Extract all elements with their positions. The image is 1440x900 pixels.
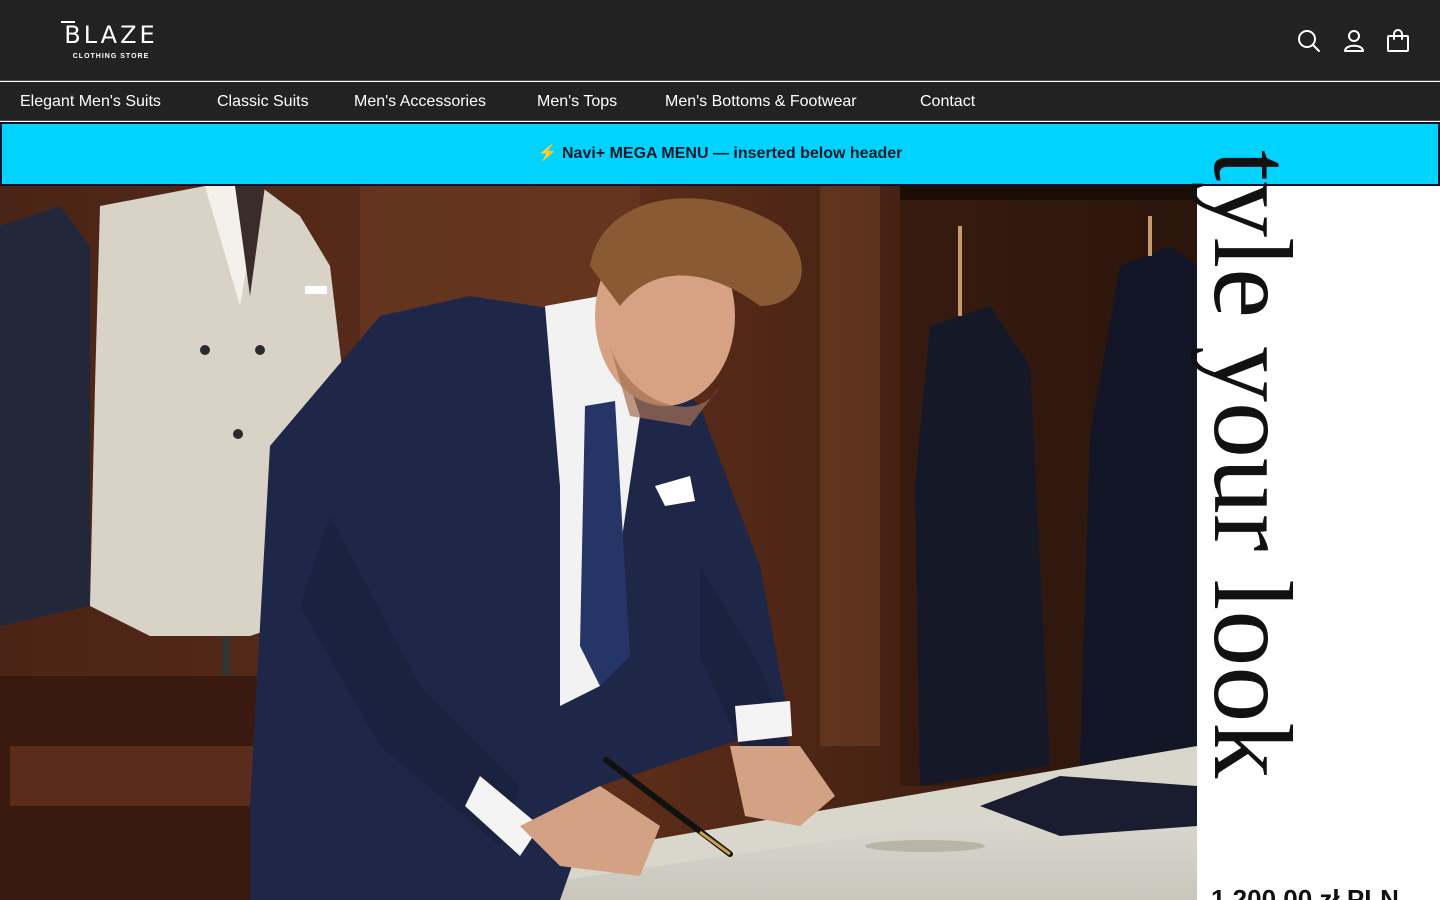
- search-icon[interactable]: [1296, 28, 1322, 54]
- cart-icon[interactable]: [1385, 28, 1411, 54]
- account-icon[interactable]: [1341, 28, 1367, 54]
- logo-wordmark: BLAZE: [64, 21, 158, 49]
- store-logo[interactable]: BLAZE CLOTHING STORE: [53, 21, 169, 63]
- product-price: 1 200,00 zł PLN: [1211, 884, 1399, 900]
- site-header: BLAZE CLOTHING STORE: [0, 0, 1440, 81]
- hero-vertical-heading: tyle your look: [1190, 150, 1314, 779]
- logo-subtitle: CLOTHING STORE: [72, 53, 150, 60]
- main-navigation: Elegant Men's Suits Classic Suits Men's …: [0, 82, 1440, 121]
- nav-item-mens-bottoms-footwear[interactable]: Men's Bottoms & Footwear: [665, 82, 857, 121]
- nav-item-mens-tops[interactable]: Men's Tops: [537, 82, 617, 121]
- hero-image: [0, 186, 1197, 900]
- tailor-illustration: [0, 186, 1197, 900]
- nav-item-elegant-mens-suits[interactable]: Elegant Men's Suits: [20, 82, 161, 121]
- nav-item-mens-accessories[interactable]: Men's Accessories: [354, 82, 486, 121]
- nav-item-contact[interactable]: Contact: [920, 82, 975, 121]
- nav-item-classic-suits[interactable]: Classic Suits: [217, 82, 309, 121]
